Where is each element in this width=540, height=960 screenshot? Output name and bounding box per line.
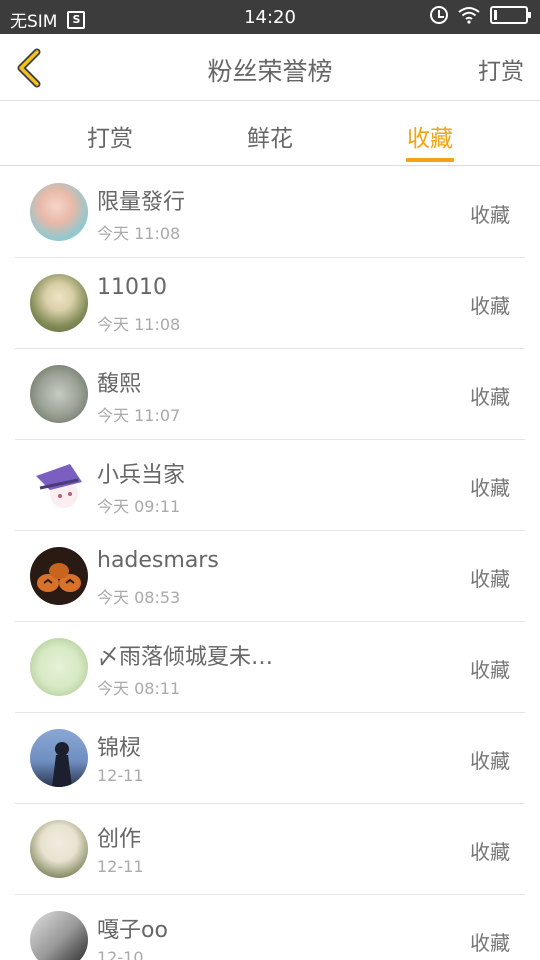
fan-name: 嘎子oo: [97, 918, 168, 943]
list-item[interactable]: 小兵当家 今天 09:11 收藏: [0, 440, 540, 531]
tab-bar: 打赏 鲜花 收藏: [0, 101, 540, 166]
status-bar: 无SIM S 14:20: [0, 0, 540, 34]
avatar-illustration: [52, 742, 72, 787]
app-header: 粉丝荣誉榜 打赏: [0, 34, 540, 101]
avatar[interactable]: [30, 911, 88, 960]
status-right: [430, 6, 531, 24]
battery-icon: [490, 6, 531, 24]
fan-name: 11010: [97, 275, 167, 300]
tab-reward[interactable]: 打赏: [60, 119, 160, 153]
avatar[interactable]: [30, 183, 88, 241]
list-item[interactable]: 11010 今天 11:08 收藏: [0, 258, 540, 349]
active-tab-indicator: [406, 158, 454, 162]
avatar[interactable]: [30, 729, 88, 787]
fan-name: 创作: [97, 827, 142, 852]
fan-time: 今天 08:11: [97, 679, 181, 698]
favorite-label: 收藏: [470, 385, 510, 409]
fan-time: 12-11: [97, 857, 144, 876]
list-item[interactable]: 创作 12-11 收藏: [0, 804, 540, 895]
favorite-label: 收藏: [470, 840, 510, 864]
avatar-illustration: [36, 464, 82, 508]
favorite-label: 收藏: [470, 567, 510, 591]
fan-time: 12-10: [97, 948, 144, 960]
favorite-label: 收藏: [470, 294, 510, 318]
alarm-icon: [430, 6, 448, 24]
favorite-label: 收藏: [470, 203, 510, 227]
fan-time: 今天 11:08: [97, 315, 181, 334]
favorite-label: 收藏: [470, 931, 510, 955]
fan-time: 今天 11:08: [97, 224, 181, 243]
avatar[interactable]: [30, 638, 88, 696]
fan-name: 锦棂: [97, 736, 142, 761]
list-item[interactable]: 限量發行 今天 11:08 收藏: [0, 167, 540, 258]
fan-name: 限量發行: [97, 190, 186, 215]
favorite-label: 收藏: [470, 658, 510, 682]
page-title: 粉丝荣誉榜: [207, 57, 333, 86]
fan-name: 小兵当家: [97, 463, 186, 488]
fan-name: 馥熙: [97, 372, 142, 397]
list-item[interactable]: 〆雨落倾城夏未… 今天 08:11 收藏: [0, 622, 540, 713]
avatar[interactable]: [30, 820, 88, 878]
wifi-icon: [458, 7, 480, 24]
list-item[interactable]: 锦棂 12-11 收藏: [0, 713, 540, 804]
avatar[interactable]: [30, 456, 88, 514]
fan-list: 限量發行 今天 11:08 收藏 11010 今天 11:08 收藏 馥熙 今天…: [0, 167, 540, 960]
avatar[interactable]: [30, 547, 88, 605]
list-item[interactable]: 嘎子oo 12-10 收藏: [0, 895, 540, 960]
avatar-illustration: [37, 563, 81, 592]
fan-name: 〆雨落倾城夏未…: [97, 645, 274, 670]
avatar[interactable]: [30, 365, 88, 423]
fan-time: 今天 08:53: [97, 588, 181, 607]
fan-name: hadesmars: [97, 548, 219, 573]
list-item[interactable]: 馥熙 今天 11:07 收藏: [0, 349, 540, 440]
favorite-label: 收藏: [470, 749, 510, 773]
avatar[interactable]: [30, 274, 88, 332]
favorite-label: 收藏: [470, 476, 510, 500]
list-item[interactable]: hadesmars 今天 08:53 收藏: [0, 531, 540, 622]
fan-time: 12-11: [97, 766, 144, 785]
tab-favorites[interactable]: 收藏: [380, 119, 480, 153]
tab-flowers[interactable]: 鲜花: [220, 119, 320, 153]
reward-button[interactable]: 打赏: [478, 52, 524, 86]
fan-time: 今天 11:07: [97, 406, 181, 425]
fan-time: 今天 09:11: [97, 497, 181, 516]
